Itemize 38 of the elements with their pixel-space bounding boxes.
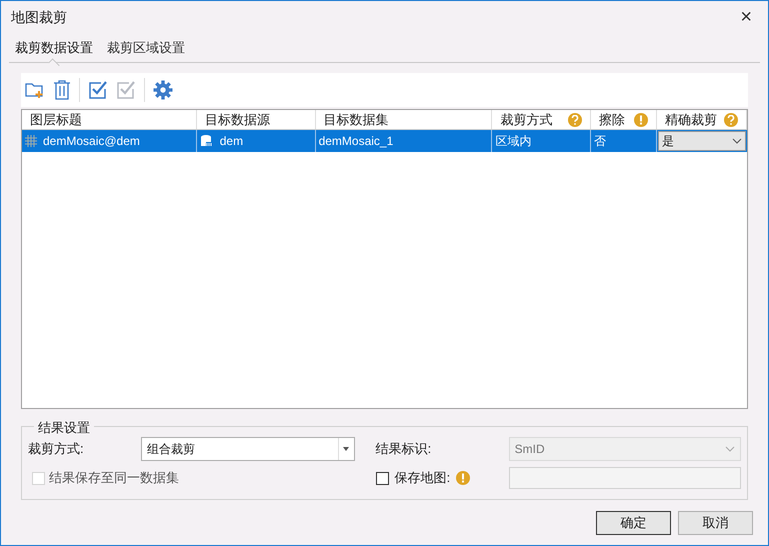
text-field[interactable] (508, 467, 741, 489)
column-header[interactable]: 裁剪方式 (492, 110, 592, 129)
caret-icon (343, 447, 350, 451)
dialog-button[interactable]: 确定 (596, 511, 671, 535)
chevron-down-icon (725, 446, 735, 452)
checkbox-label: 保存地图: (394, 469, 450, 488)
help-icon[interactable] (568, 112, 582, 126)
table-row[interactable]: demMosaic@dem dem demMosaic_1 区域内 否 是 (22, 130, 747, 152)
window-title: 地图裁剪 (11, 8, 67, 26)
tab[interactable]: 裁剪区域设置 (107, 33, 185, 62)
trash-icon[interactable] (53, 80, 71, 100)
checkbox[interactable] (376, 472, 389, 484)
table-cell-text: 区域内 (495, 133, 532, 150)
field-label: 裁剪方式: (28, 440, 85, 458)
chevron-down-icon (732, 138, 742, 144)
checkbox-icon[interactable] (88, 80, 108, 100)
column-header[interactable]: 目标数据集 (316, 110, 492, 129)
column-header[interactable]: 图层标题 (22, 110, 197, 129)
grid-icon (25, 135, 37, 147)
column-header[interactable]: 精确裁剪 (657, 110, 748, 129)
database-icon (200, 134, 214, 148)
column-header[interactable]: 擦除 (591, 110, 658, 129)
warning-icon (456, 471, 470, 485)
table-cell-text: dem (220, 133, 244, 150)
gear-icon[interactable] (153, 80, 173, 100)
field-label: 结果标识: (376, 440, 432, 458)
dropdown[interactable]: 是 (658, 131, 746, 151)
table-cell-text: 否 (594, 133, 606, 150)
close-button[interactable]: × (740, 7, 752, 27)
checkbox-label: 结果保存至同一数据集 (49, 469, 179, 488)
warning-icon (634, 112, 648, 126)
table-cell-text: demMosaic_1 (318, 133, 394, 150)
column-header[interactable]: 目标数据源 (196, 110, 316, 129)
add-folder-icon[interactable] (25, 81, 45, 99)
help-icon[interactable] (724, 112, 738, 126)
table-cell-text: demMosaic@dem (43, 133, 140, 150)
combo-box[interactable]: 组合裁剪 (141, 437, 355, 461)
dialog-button[interactable]: 取消 (678, 511, 753, 535)
